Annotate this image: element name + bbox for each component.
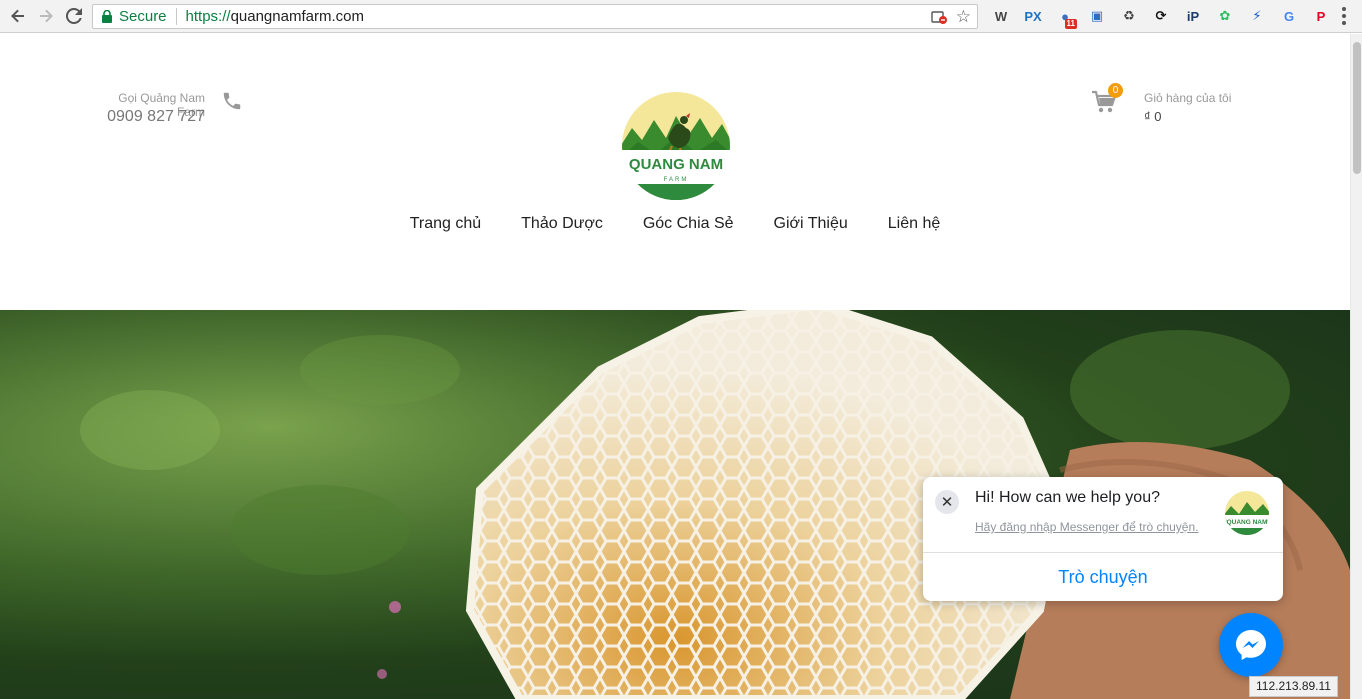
quang-nam-farm-logo[interactable]: QUANG NAM FARM xyxy=(618,90,734,202)
ip-address-tag: 112.213.89.11 xyxy=(1249,676,1338,697)
close-icon: ✕ xyxy=(940,494,954,511)
wordpress-icon[interactable]: W xyxy=(985,5,1017,27)
reload-button[interactable] xyxy=(64,6,84,26)
secure-label: Secure xyxy=(119,8,167,25)
pinterest-icon[interactable]: P xyxy=(1305,5,1337,27)
start-chat-button[interactable]: Trò chuyện xyxy=(923,553,1283,601)
ip-icon[interactable]: iP xyxy=(1177,5,1209,27)
lock-icon xyxy=(102,10,112,23)
calendar-extension-icon[interactable]: ▣ xyxy=(1081,5,1113,27)
svg-text:QUANG NAM: QUANG NAM xyxy=(629,156,723,173)
close-popup-button[interactable]: ✕ xyxy=(935,490,959,514)
phone-number[interactable]: 0909 827 727 xyxy=(90,108,205,126)
back-button[interactable] xyxy=(8,6,28,26)
blocked-content-icon[interactable] xyxy=(931,9,947,25)
px-icon[interactable]: PX xyxy=(1017,5,1049,27)
messenger-login-link[interactable]: Hãy đăng nhập Messenger để trò chuyện. xyxy=(975,520,1198,534)
svg-text:QUANG NAM: QUANG NAM xyxy=(1227,519,1268,526)
browser-toolbar: Secure https://quangnamfarm.com ☆ W PX ● 11… xyxy=(0,0,1362,33)
globe-extension-icon[interactable]: ● 11 xyxy=(1049,5,1081,29)
messenger-launcher-button[interactable] xyxy=(1219,613,1283,677)
scrollbar-thumb[interactable] xyxy=(1353,42,1361,174)
nav-item-about[interactable]: Giới Thiệu xyxy=(754,215,868,233)
forward-arrow-icon xyxy=(40,9,53,23)
messenger-greeting-text: Hi! How can we help you? xyxy=(975,489,1160,506)
page-avatar: QUANG NAM xyxy=(1224,491,1270,535)
address-separator xyxy=(175,8,177,25)
phone-icon xyxy=(223,92,241,110)
forward-button[interactable] xyxy=(36,6,56,26)
nav-item-contact[interactable]: Liên hệ xyxy=(868,215,961,233)
reload-icon xyxy=(66,8,82,24)
recycle-icon[interactable]: ♻ xyxy=(1113,5,1145,27)
cart-label[interactable]: Giỏ hàng của tôi xyxy=(1144,91,1231,105)
nav-item-herbs[interactable]: Thảo Dược xyxy=(501,215,623,233)
cart-count-badge: 0 xyxy=(1108,83,1123,98)
cart-total: ₫ 0 xyxy=(1144,109,1162,124)
page-scrollbar[interactable] xyxy=(1350,34,1362,699)
back-arrow-icon xyxy=(11,9,24,23)
messenger-icon xyxy=(1236,630,1266,660)
url-text[interactable]: https://quangnamfarm.com xyxy=(186,8,364,25)
messenger-greeting-popup: ✕ Hi! How can we help you? Hãy đăng nhập… xyxy=(923,477,1283,601)
nav-item-home[interactable]: Trang chủ xyxy=(390,215,501,233)
extensions-bar: W PX ● 11 ▣ ♻ ⟳ iP ✿ ⚡ G P xyxy=(985,5,1337,29)
translate-icon[interactable]: G xyxy=(1273,5,1305,27)
browser-menu-icon[interactable] xyxy=(1342,7,1346,25)
address-bar[interactable]: Secure https://quangnamfarm.com ☆ xyxy=(92,4,978,29)
extension-badge: 11 xyxy=(1064,19,1077,29)
bolt-icon[interactable]: ⚡ xyxy=(1241,5,1273,27)
nav-item-sharing[interactable]: Góc Chia Sẻ xyxy=(623,215,754,233)
svg-text:FARM: FARM xyxy=(664,177,689,183)
sync-icon[interactable]: ⟳ xyxy=(1145,5,1177,27)
bookmark-star-icon[interactable]: ☆ xyxy=(956,7,971,27)
evernote-icon[interactable]: ✿ xyxy=(1209,5,1241,27)
main-navigation: Trang chủ Thảo Dược Góc Chia Sẻ Giới Thi… xyxy=(0,215,1350,233)
